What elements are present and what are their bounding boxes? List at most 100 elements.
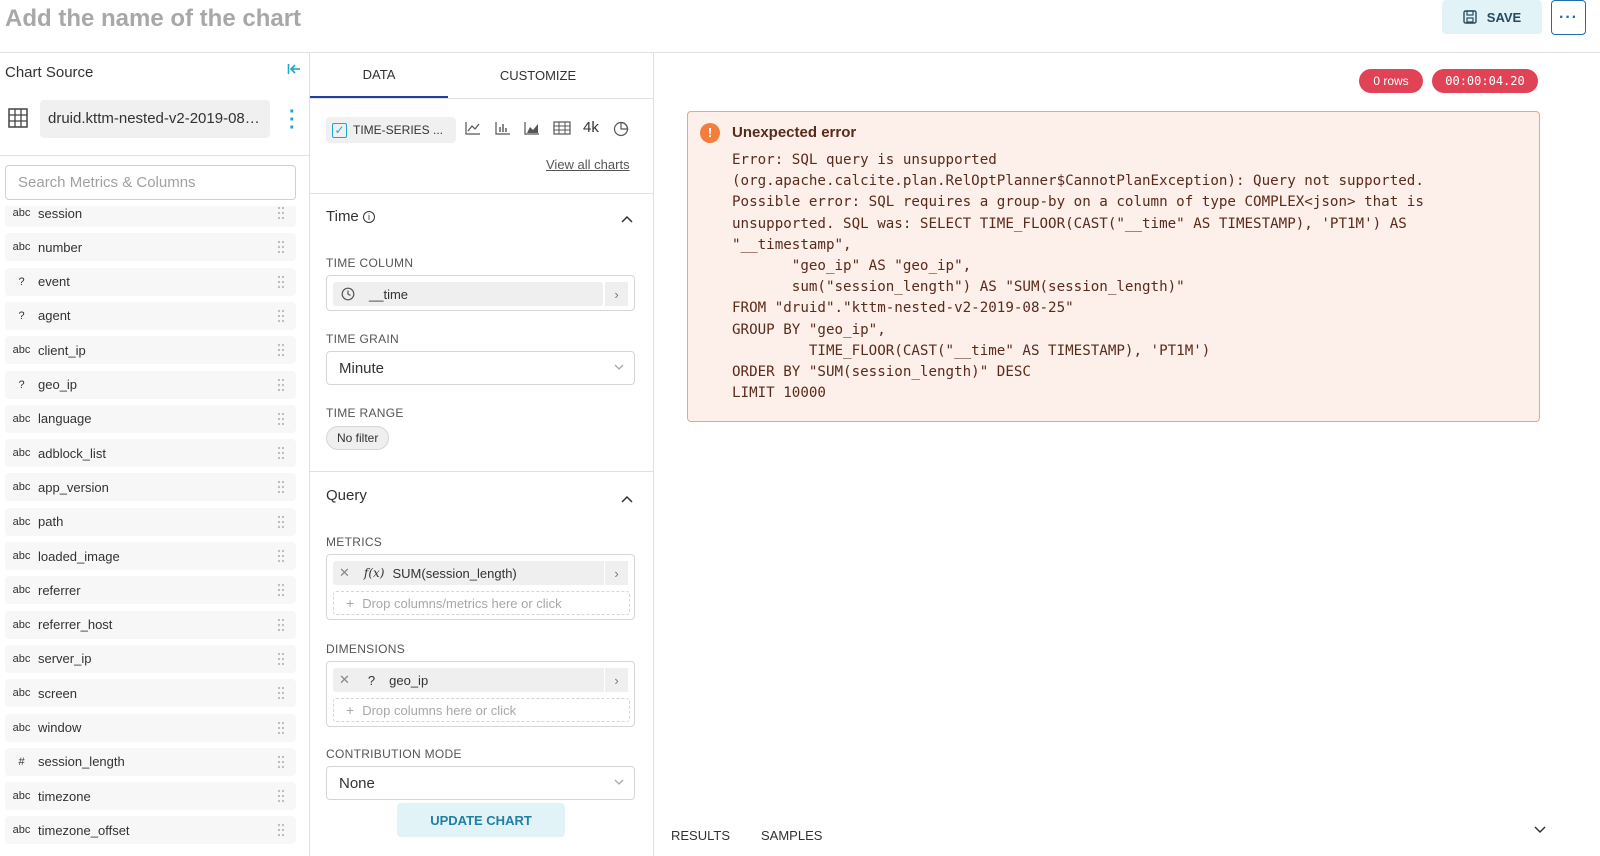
column-name: server_ip [38, 651, 92, 667]
clock-icon [341, 287, 355, 301]
drag-handle-icon[interactable] [266, 549, 296, 563]
column-type-icon: abc [12, 824, 31, 837]
chart-source-heading: Chart Source [5, 64, 94, 81]
dimension-value[interactable]: geo_ip [389, 673, 428, 688]
drag-handle-icon[interactable] [266, 412, 296, 426]
datasource-selector[interactable]: druid.kttm-nested-v2-2019-08-25 [40, 100, 270, 138]
column-item[interactable]: abc number [5, 233, 296, 262]
column-item[interactable]: abc language [5, 404, 296, 433]
tab-results[interactable]: RESULTS [671, 828, 730, 843]
column-item[interactable]: abc timezone_offset [5, 816, 296, 845]
column-item[interactable]: abc server_ip [5, 644, 296, 673]
drag-handle-icon[interactable] [266, 446, 296, 460]
tab-customize[interactable]: CUSTOMIZE [448, 53, 628, 98]
column-item[interactable]: abc client_ip [5, 336, 296, 365]
column-item[interactable]: ? event [5, 267, 296, 296]
collapse-panel-icon[interactable] [287, 62, 301, 79]
column-type-icon: ? [18, 309, 25, 322]
collapse-time-icon[interactable] [621, 211, 633, 226]
update-chart-button[interactable]: UPDATE CHART [397, 803, 565, 837]
drag-handle-icon[interactable] [266, 823, 296, 837]
drag-handle-icon[interactable] [266, 343, 296, 357]
unknown-type-icon: ? [367, 672, 376, 688]
column-type-icon: abc [12, 447, 31, 460]
divider [0, 155, 309, 156]
more-options-button[interactable]: ··· [1551, 0, 1586, 35]
drag-handle-icon[interactable] [266, 515, 296, 529]
metrics-drop-label: Drop columns/metrics here or click [362, 595, 562, 611]
contribution-mode-value: None [339, 775, 375, 792]
time-grain-select[interactable]: Minute [326, 351, 635, 385]
expand-results-icon[interactable] [1534, 821, 1546, 837]
column-item[interactable]: abc window [5, 713, 296, 742]
contribution-mode-label: CONTRIBUTION MODE [326, 747, 462, 761]
column-item[interactable]: # session_length [5, 747, 296, 776]
drag-handle-icon[interactable] [266, 480, 296, 494]
column-name: timezone [38, 788, 91, 804]
remove-metric-icon[interactable]: ✕ [339, 565, 350, 581]
drag-handle-icon[interactable] [266, 789, 296, 803]
column-type-icon: abc [12, 584, 31, 597]
column-item[interactable]: abc loaded_image [5, 542, 296, 570]
drag-handle-icon[interactable] [266, 378, 296, 392]
query-section-title[interactable]: Query [326, 487, 367, 504]
column-name: agent [38, 308, 71, 324]
contribution-mode-select[interactable]: None [326, 766, 635, 800]
search-metrics-input[interactable]: Search Metrics & Columns [5, 165, 296, 200]
dimensions-drop-zone[interactable]: + Drop columns here or click [333, 698, 630, 722]
column-item[interactable]: abc referrer_host [5, 610, 296, 639]
table-icon[interactable] [553, 121, 571, 138]
line-chart-icon[interactable] [465, 121, 481, 138]
chart-config-panel: DATA CUSTOMIZE ✓ TIME-SERIES ... 4k View… [310, 53, 654, 856]
table-grid-icon [8, 108, 28, 131]
metrics-control: ✕ f(x) SUM(session_length) › + Drop colu… [326, 554, 635, 620]
drag-handle-icon[interactable] [266, 240, 296, 254]
chart-title-input[interactable]: Add the name of the chart [5, 5, 301, 33]
drag-handle-icon[interactable] [266, 686, 296, 700]
metrics-drop-zone[interactable]: + Drop columns/metrics here or click [333, 591, 630, 615]
chevron-right-icon[interactable]: › [604, 561, 628, 585]
warning-icon: ! [700, 123, 720, 143]
drag-handle-icon[interactable] [266, 755, 296, 769]
pie-chart-icon[interactable] [613, 121, 629, 140]
viz-type-button[interactable]: ✓ TIME-SERIES ... [326, 117, 456, 143]
view-all-charts-link[interactable]: View all charts [546, 157, 630, 172]
drag-handle-icon[interactable] [266, 618, 296, 632]
tab-data[interactable]: DATA [310, 53, 448, 98]
area-chart-icon[interactable] [524, 121, 540, 138]
time-section-title[interactable]: Time i [326, 208, 375, 225]
column-item[interactable]: abc path [5, 507, 296, 536]
drag-handle-icon[interactable] [266, 275, 296, 289]
column-name: window [38, 720, 82, 735]
metric-value[interactable]: SUM(session_length) [392, 566, 516, 581]
column-item[interactable]: ? geo_ip [5, 370, 296, 399]
save-button[interactable]: SAVE [1442, 0, 1542, 34]
column-item[interactable]: abc referrer [5, 576, 296, 605]
drag-handle-icon[interactable] [266, 583, 296, 597]
save-label: SAVE [1486, 9, 1522, 25]
column-item[interactable]: abc timezone [5, 782, 296, 811]
bar-chart-icon[interactable] [495, 121, 511, 138]
drag-handle-icon[interactable] [266, 206, 296, 220]
column-item[interactable]: abc screen [5, 679, 296, 708]
tab-samples[interactable]: SAMPLES [761, 828, 822, 843]
time-range-pill[interactable]: No filter [326, 426, 390, 450]
chevron-right-icon[interactable]: › [604, 282, 628, 306]
datasource-menu-icon[interactable]: · · · [289, 102, 296, 138]
big-number-icon[interactable]: 4k [583, 119, 599, 136]
column-item[interactable]: ? agent [5, 301, 296, 330]
remove-dimension-icon[interactable]: ✕ [339, 672, 350, 688]
drag-handle-icon[interactable] [266, 309, 296, 323]
column-item[interactable]: abc app_version [5, 473, 296, 502]
viz-type-label: TIME-SERIES ... [353, 123, 444, 137]
drag-handle-icon[interactable] [266, 721, 296, 735]
collapse-query-icon[interactable] [621, 491, 633, 506]
column-item[interactable]: abc session [5, 206, 296, 227]
column-item[interactable]: abc adblock_list [5, 439, 296, 468]
drag-handle-icon[interactable] [266, 652, 296, 666]
chevron-right-icon[interactable]: › [604, 668, 628, 692]
time-column-control[interactable]: __time › [326, 275, 635, 311]
error-title: Unexpected error [732, 124, 857, 141]
column-type-icon: abc [12, 721, 31, 734]
row-count-badge: 0 rows [1359, 69, 1423, 93]
